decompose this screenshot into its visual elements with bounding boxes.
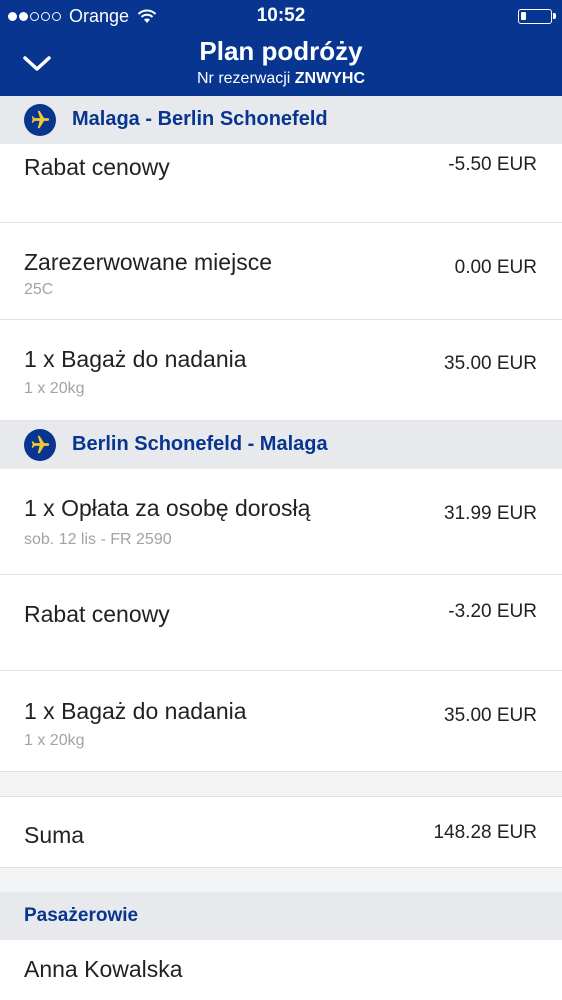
passengers-title: Pasażerowie	[24, 905, 139, 926]
reservation-code: ZNWYHC	[294, 70, 365, 87]
passenger-item[interactable]: Anna Kowalska	[0, 940, 562, 1000]
page-title: Plan podróży	[199, 36, 363, 66]
item-label: 1 x Opłata za osobę dorosłą	[24, 495, 311, 521]
section-divider	[0, 868, 562, 892]
list-item: 1 x Bagaż do nadania 1 x 20kg 35.00 EUR	[0, 320, 562, 421]
item-detail: sob. 12 lis - FR 2590	[24, 531, 172, 548]
nav-bar: Plan podróży Nr rezerwacji ZNWYHC	[0, 32, 562, 96]
item-price: 35.00 EUR	[444, 705, 537, 726]
plane-icon	[24, 104, 56, 136]
total-row: Suma 148.28 EUR	[0, 796, 562, 868]
list-item: 1 x Opłata za osobę dorosłą sob. 12 lis …	[0, 469, 562, 575]
item-label: 1 x Bagaż do nadania	[24, 698, 247, 724]
flight-section-header: Berlin Schonefeld - Malaga	[0, 421, 562, 469]
item-detail: 1 x 20kg	[24, 380, 85, 397]
list-item: Zarezerwowane miejsce 25C 0.00 EUR	[0, 223, 562, 320]
total-price: 148.28 EUR	[433, 822, 537, 843]
item-price: -3.20 EUR	[448, 601, 537, 622]
list-item: Rabat cenowy -3.20 EUR	[0, 575, 562, 671]
reservation-label: Nr rezerwacji	[196, 70, 291, 87]
passenger-name: Anna Kowalska	[24, 956, 183, 982]
status-time: 10:52	[256, 5, 306, 26]
item-label: Rabat cenowy	[24, 601, 170, 627]
plane-icon	[24, 429, 56, 461]
total-label: Suma	[24, 822, 85, 848]
flight-route: Berlin Schonefeld - Malaga	[72, 433, 328, 455]
item-label: Rabat cenowy	[24, 154, 170, 180]
list-item: Rabat cenowy -5.50 EUR	[0, 144, 562, 223]
battery-icon	[518, 9, 556, 24]
reservation-number: Nr rezerwacji ZNWYHC	[0, 70, 562, 88]
item-label: Zarezerwowane miejsce	[24, 249, 272, 275]
section-divider	[0, 772, 562, 796]
item-detail: 1 x 20kg	[24, 732, 85, 749]
item-detail: 25C	[24, 281, 54, 298]
item-price: 0.00 EUR	[454, 257, 537, 278]
item-price: 35.00 EUR	[444, 353, 537, 374]
flight-section-header: Malaga - Berlin Schonefeld	[0, 96, 562, 144]
passengers-header: Pasażerowie	[0, 892, 562, 940]
list-item: 1 x Bagaż do nadania 1 x 20kg 35.00 EUR	[0, 671, 562, 772]
item-label: 1 x Bagaż do nadania	[24, 346, 247, 372]
flight-route: Malaga - Berlin Schonefeld	[72, 108, 328, 130]
status-bar: Orange 10:52	[0, 0, 562, 32]
item-price: 31.99 EUR	[444, 503, 537, 524]
item-price: -5.50 EUR	[448, 154, 537, 175]
